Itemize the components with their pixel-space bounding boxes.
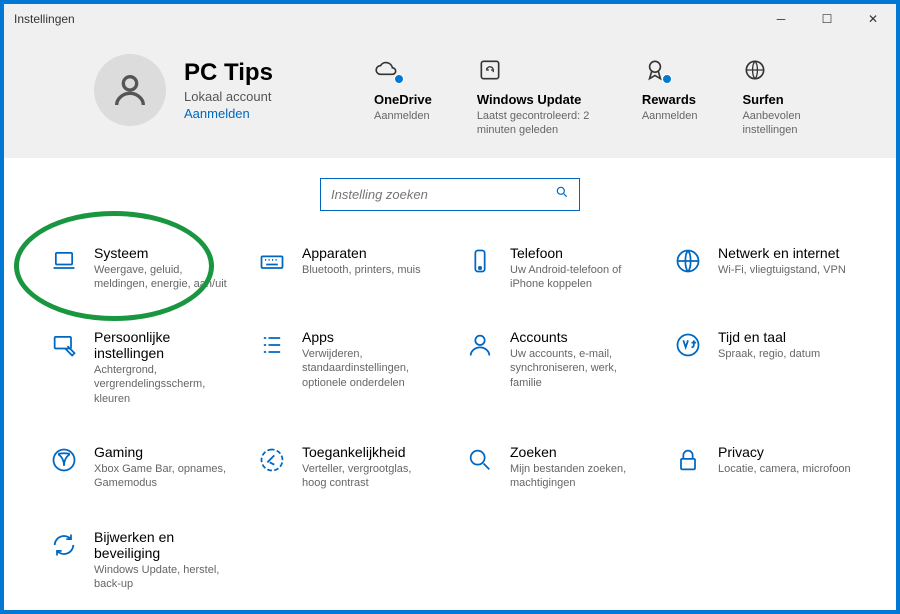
category-desc: Locatie, camera, microfoon [718,462,851,476]
profile-section[interactable]: PC Tips Lokaal account Aanmelden [94,54,314,126]
category-desc: Uw Android-telefoon of iPhone koppelen [510,263,644,292]
category-title: Gaming [94,444,228,460]
person-icon [110,70,150,110]
refresh-icon [48,529,80,592]
avatar [94,54,166,126]
lock-icon [672,444,704,491]
close-button[interactable]: ✕ [850,4,896,34]
globe-icon [742,54,768,86]
category-title: Apps [302,329,436,345]
category-title: Persoonlijke instellingen [94,329,228,361]
category-system[interactable]: Systeem Weergave, geluid, meldingen, ener… [44,241,232,296]
header-tiles: OneDrive Aanmelden Windows Update Laatst… [374,54,856,138]
category-desc: Xbox Game Bar, opnames, Gamemodus [94,462,228,491]
browsing-sub: Aanbevolen instellingen [742,109,856,138]
minimize-button[interactable]: ─ [758,4,804,34]
signin-link[interactable]: Aanmelden [184,106,273,121]
category-title: Privacy [718,444,851,460]
search-input[interactable] [331,187,555,202]
category-accounts[interactable]: Accounts Uw accounts, e-mail, synchronise… [460,325,648,410]
phone-icon [464,245,496,292]
window-title: Instellingen [14,12,75,26]
category-desc: Weergave, geluid, meldingen, energie, aa… [94,263,228,292]
category-phone[interactable]: Telefoon Uw Android-telefoon of iPhone ko… [460,241,648,296]
medal-icon [642,54,668,86]
category-desc: Spraak, regio, datum [718,347,820,361]
category-devices[interactable]: Apparaten Bluetooth, printers, muis [252,241,440,296]
category-network[interactable]: Netwerk en internet Wi-Fi, vliegtuigstand… [668,241,856,296]
list-icon [256,329,288,406]
keyboard-icon [256,245,288,292]
update-sub: Laatst gecontroleerd: 2 minuten geleden [477,109,597,138]
language-icon [672,329,704,406]
onedrive-label: OneDrive [374,92,432,107]
paintbrush-icon [48,329,80,406]
search-box[interactable] [320,178,580,211]
magnifier-icon [464,444,496,491]
profile-subtitle: Lokaal account [184,89,273,104]
category-title: Apparaten [302,245,421,261]
category-desc: Verteller, vergrootglas, hoog contrast [302,462,436,491]
categories-grid: Systeem Weergave, geluid, meldingen, ener… [44,241,856,596]
content-area: Systeem Weergave, geluid, meldingen, ener… [4,158,896,610]
accessibility-icon [256,444,288,491]
category-title: Toegankelijkheid [302,444,436,460]
category-search[interactable]: Zoeken Mijn bestanden zoeken, machtiginge… [460,440,648,495]
windows-update-tile[interactable]: Windows Update Laatst gecontroleerd: 2 m… [477,54,597,138]
category-update-security[interactable]: Bijwerken en beveiligingWindows Update, … [44,525,232,596]
person-icon [464,329,496,406]
rewards-sub: Aanmelden [642,109,698,123]
category-desc: Mijn bestanden zoeken, machtigingen [510,462,644,491]
category-desc: Verwijderen, standaardinstellingen, opti… [302,347,436,390]
category-apps[interactable]: Apps Verwijderen, standaardinstellingen, … [252,325,440,410]
rewards-tile[interactable]: Rewards Aanmelden [642,54,698,138]
category-title: Zoeken [510,444,644,460]
onedrive-tile[interactable]: OneDrive Aanmelden [374,54,432,138]
sync-icon [477,54,503,86]
category-ease-of-access[interactable]: Toegankelijkheid Verteller, vergrootglas,… [252,440,440,495]
category-personalization[interactable]: Persoonlijke instellingenAchtergrond, ve… [44,325,232,410]
account-header: PC Tips Lokaal account Aanmelden OneDriv… [4,34,896,158]
category-privacy[interactable]: Privacy Locatie, camera, microfoon [668,440,856,495]
category-title: Telefoon [510,245,644,261]
globe-icon [672,245,704,292]
cloud-icon [374,54,400,86]
category-desc: Windows Update, herstel, back-up [94,563,228,592]
settings-window: Instellingen ─ ☐ ✕ PC Tips Lokaal accoun… [4,4,896,610]
category-title: Accounts [510,329,644,345]
browsing-tile[interactable]: Surfen Aanbevolen instellingen [742,54,856,138]
category-title: Bijwerken en beveiliging [94,529,228,561]
category-title: Netwerk en internet [718,245,846,261]
window-controls: ─ ☐ ✕ [758,4,896,34]
profile-name: PC Tips [184,59,273,87]
update-label: Windows Update [477,92,582,107]
laptop-icon [48,245,80,292]
category-gaming[interactable]: Gaming Xbox Game Bar, opnames, Gamemodus [44,440,232,495]
category-desc: Uw accounts, e-mail, synchroniseren, wer… [510,347,644,390]
search-icon [555,185,569,204]
category-title: Tijd en taal [718,329,820,345]
category-desc: Wi-Fi, vliegtuigstand, VPN [718,263,846,277]
titlebar: Instellingen ─ ☐ ✕ [4,4,896,34]
onedrive-sub: Aanmelden [374,109,430,123]
rewards-label: Rewards [642,92,696,107]
browsing-label: Surfen [742,92,783,107]
maximize-button[interactable]: ☐ [804,4,850,34]
profile-info: PC Tips Lokaal account Aanmelden [184,59,273,121]
category-time-language[interactable]: Tijd en taal Spraak, regio, datum [668,325,856,410]
xbox-icon [48,444,80,491]
category-desc: Bluetooth, printers, muis [302,263,421,277]
category-desc: Achtergrond, vergrendelingsscherm, kleur… [94,363,228,406]
category-title: Systeem [94,245,228,261]
